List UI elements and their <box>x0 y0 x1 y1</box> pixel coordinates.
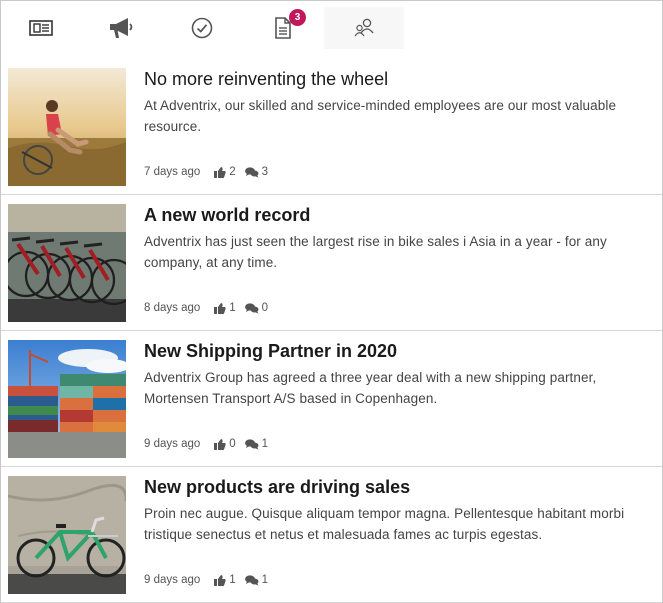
tab-announcements[interactable] <box>81 7 161 49</box>
like-count[interactable]: 2 <box>214 166 236 178</box>
news-age: 8 days ago <box>144 302 201 314</box>
news-title[interactable]: No more reinventing the wheel <box>144 69 388 90</box>
news-widget: 3 No more reinventing the wheel At Adven… <box>0 0 663 603</box>
comments-icon <box>244 438 259 450</box>
thumbs-up-icon <box>214 302 226 314</box>
comment-count-value: 0 <box>261 302 269 314</box>
megaphone-icon <box>110 18 133 38</box>
news-excerpt: Adventrix has just seen the largest rise… <box>144 234 607 270</box>
news-excerpt: Adventrix Group has agreed a three year … <box>144 370 597 406</box>
like-count-value: 0 <box>229 438 236 450</box>
news-excerpt: At Adventrix, our skilled and service-mi… <box>144 98 617 134</box>
news-excerpt: Proin nec augue. Quisque aliquam tempor … <box>144 506 625 542</box>
green-bicycle-photo[interactable] <box>8 476 126 594</box>
news-title[interactable]: New products are driving sales <box>144 477 410 498</box>
like-count[interactable]: 1 <box>214 302 236 314</box>
comments-icon <box>244 574 259 586</box>
comment-count[interactable]: 0 <box>244 302 269 314</box>
tab-bar: 3 <box>1 1 662 60</box>
news-item[interactable]: A new world record Adventrix has just se… <box>1 195 662 331</box>
notification-badge: 3 <box>289 9 306 26</box>
news-meta: 8 days ago 1 0 <box>144 302 277 314</box>
news-item[interactable]: No more reinventing the wheel At Adventr… <box>1 59 662 195</box>
check-circle-icon <box>191 17 213 39</box>
news-age: 7 days ago <box>144 166 201 178</box>
newspaper-icon <box>29 20 53 36</box>
news-item[interactable]: New Shipping Partner in 2020 Adventrix G… <box>1 331 662 467</box>
comment-count[interactable]: 3 <box>244 166 269 178</box>
news-meta: 9 days ago 1 1 <box>144 574 277 586</box>
news-meta: 9 days ago 0 1 <box>144 438 277 450</box>
news-title[interactable]: A new world record <box>144 205 310 226</box>
news-list: No more reinventing the wheel At Adventr… <box>1 59 662 603</box>
thumbs-up-icon <box>214 166 226 178</box>
thumbs-up-icon <box>214 438 226 450</box>
tab-documents[interactable]: 3 <box>243 7 323 49</box>
news-age: 9 days ago <box>144 574 201 586</box>
rows-of-bicycles-photo[interactable] <box>8 204 126 322</box>
news-age: 9 days ago <box>144 438 201 450</box>
like-count[interactable]: 0 <box>214 438 236 450</box>
people-icon <box>354 18 374 37</box>
news-meta: 7 days ago 2 3 <box>144 166 277 178</box>
comments-icon <box>244 166 259 178</box>
woman-sitting-in-field-photo[interactable] <box>8 68 126 186</box>
comment-count-value: 1 <box>261 574 269 586</box>
tab-news[interactable] <box>1 7 81 49</box>
comment-count-value: 3 <box>261 166 269 178</box>
tab-people[interactable] <box>324 7 404 49</box>
shipping-containers-photo[interactable] <box>8 340 126 458</box>
like-count-value: 1 <box>229 302 236 314</box>
tab-tasks[interactable] <box>162 7 242 49</box>
comment-count[interactable]: 1 <box>244 574 269 586</box>
like-count-value: 1 <box>229 574 236 586</box>
comment-count[interactable]: 1 <box>244 438 269 450</box>
comment-count-value: 1 <box>261 438 269 450</box>
news-item[interactable]: New products are driving sales Proin nec… <box>1 467 662 603</box>
like-count-value: 2 <box>229 166 236 178</box>
news-title[interactable]: New Shipping Partner in 2020 <box>144 341 397 362</box>
like-count[interactable]: 1 <box>214 574 236 586</box>
thumbs-up-icon <box>214 574 226 586</box>
comments-icon <box>244 302 259 314</box>
